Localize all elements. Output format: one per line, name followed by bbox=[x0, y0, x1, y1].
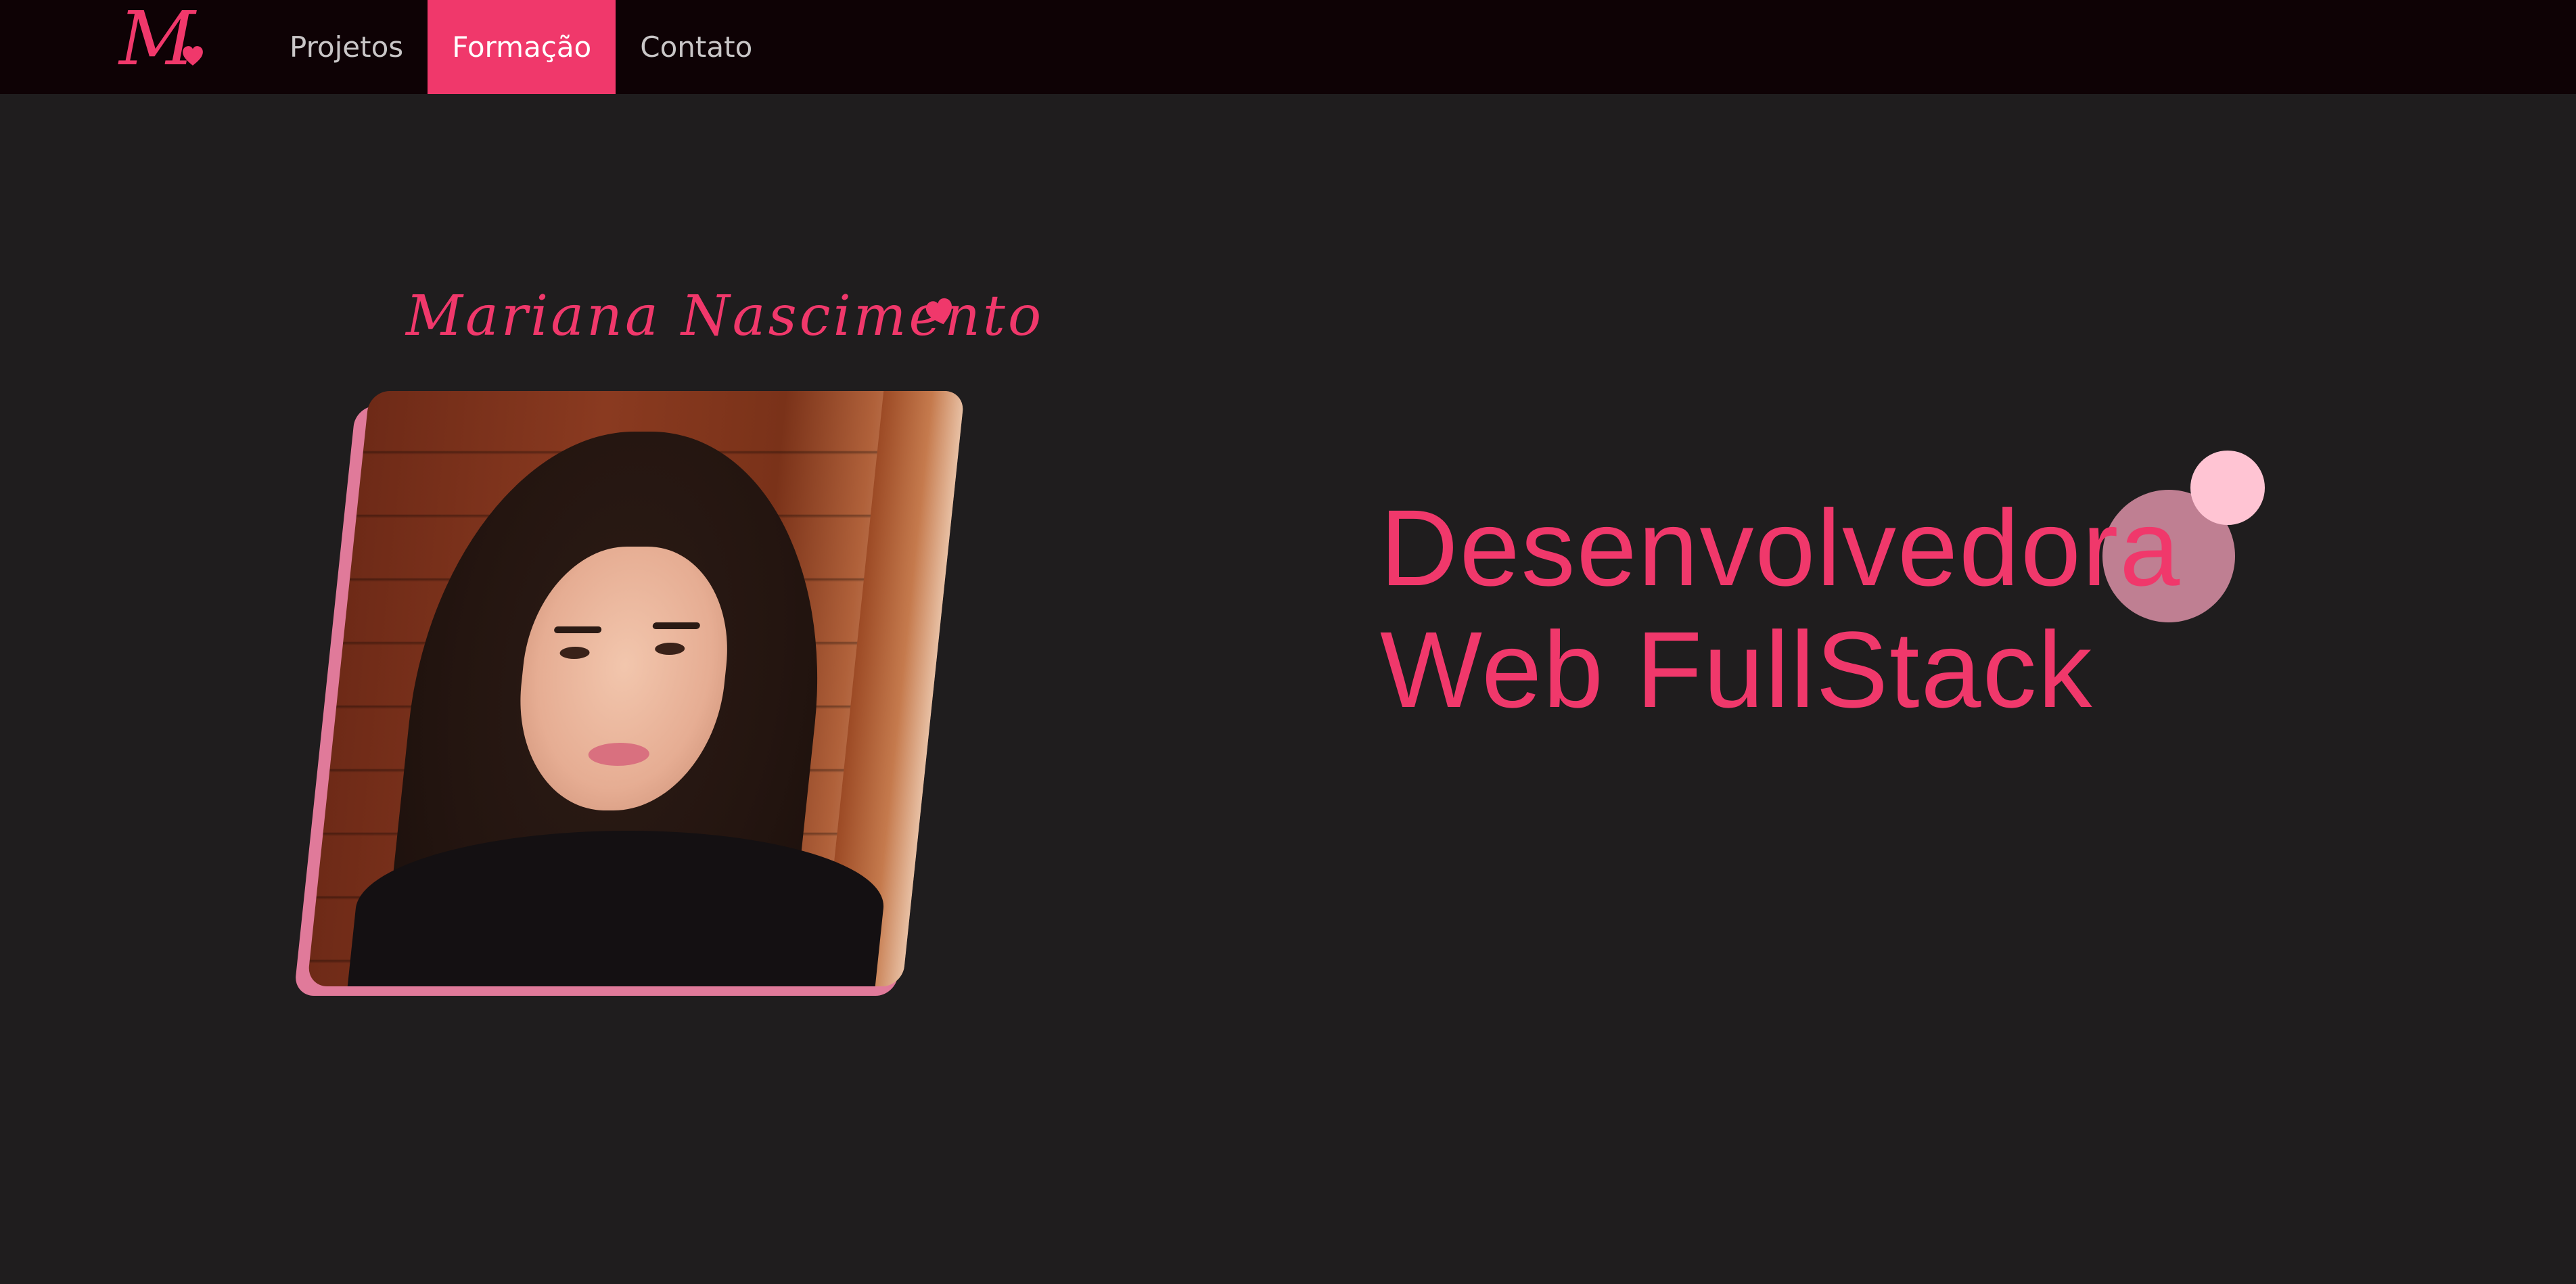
navbar: M Projetos Formação Contato bbox=[0, 0, 2576, 94]
left-brow bbox=[553, 626, 602, 633]
page: M Projetos Formação Contato Mariana Nasc… bbox=[0, 0, 2576, 1284]
nav-item-contato[interactable]: Contato bbox=[616, 0, 777, 94]
hero-line-1: Desenvolvedora bbox=[1380, 487, 2182, 608]
heart-icon bbox=[183, 46, 203, 66]
logo[interactable]: M bbox=[115, 1, 216, 87]
profile-photo bbox=[306, 391, 965, 986]
heart-icon bbox=[925, 298, 952, 325]
left-eye bbox=[559, 647, 591, 659]
right-brow bbox=[652, 622, 701, 629]
right-eye bbox=[654, 643, 686, 655]
nav-links: Projetos Formação Contato bbox=[265, 0, 777, 94]
hero-headline: Desenvolvedora Web FullStack bbox=[1380, 487, 2181, 731]
nav-item-formacao[interactable]: Formação bbox=[428, 0, 616, 94]
lips bbox=[587, 743, 651, 766]
nav-item-projetos[interactable]: Projetos bbox=[265, 0, 428, 94]
hero-line-2: Web FullStack bbox=[1380, 609, 2094, 730]
decorative-bubble-small bbox=[2190, 451, 2265, 525]
